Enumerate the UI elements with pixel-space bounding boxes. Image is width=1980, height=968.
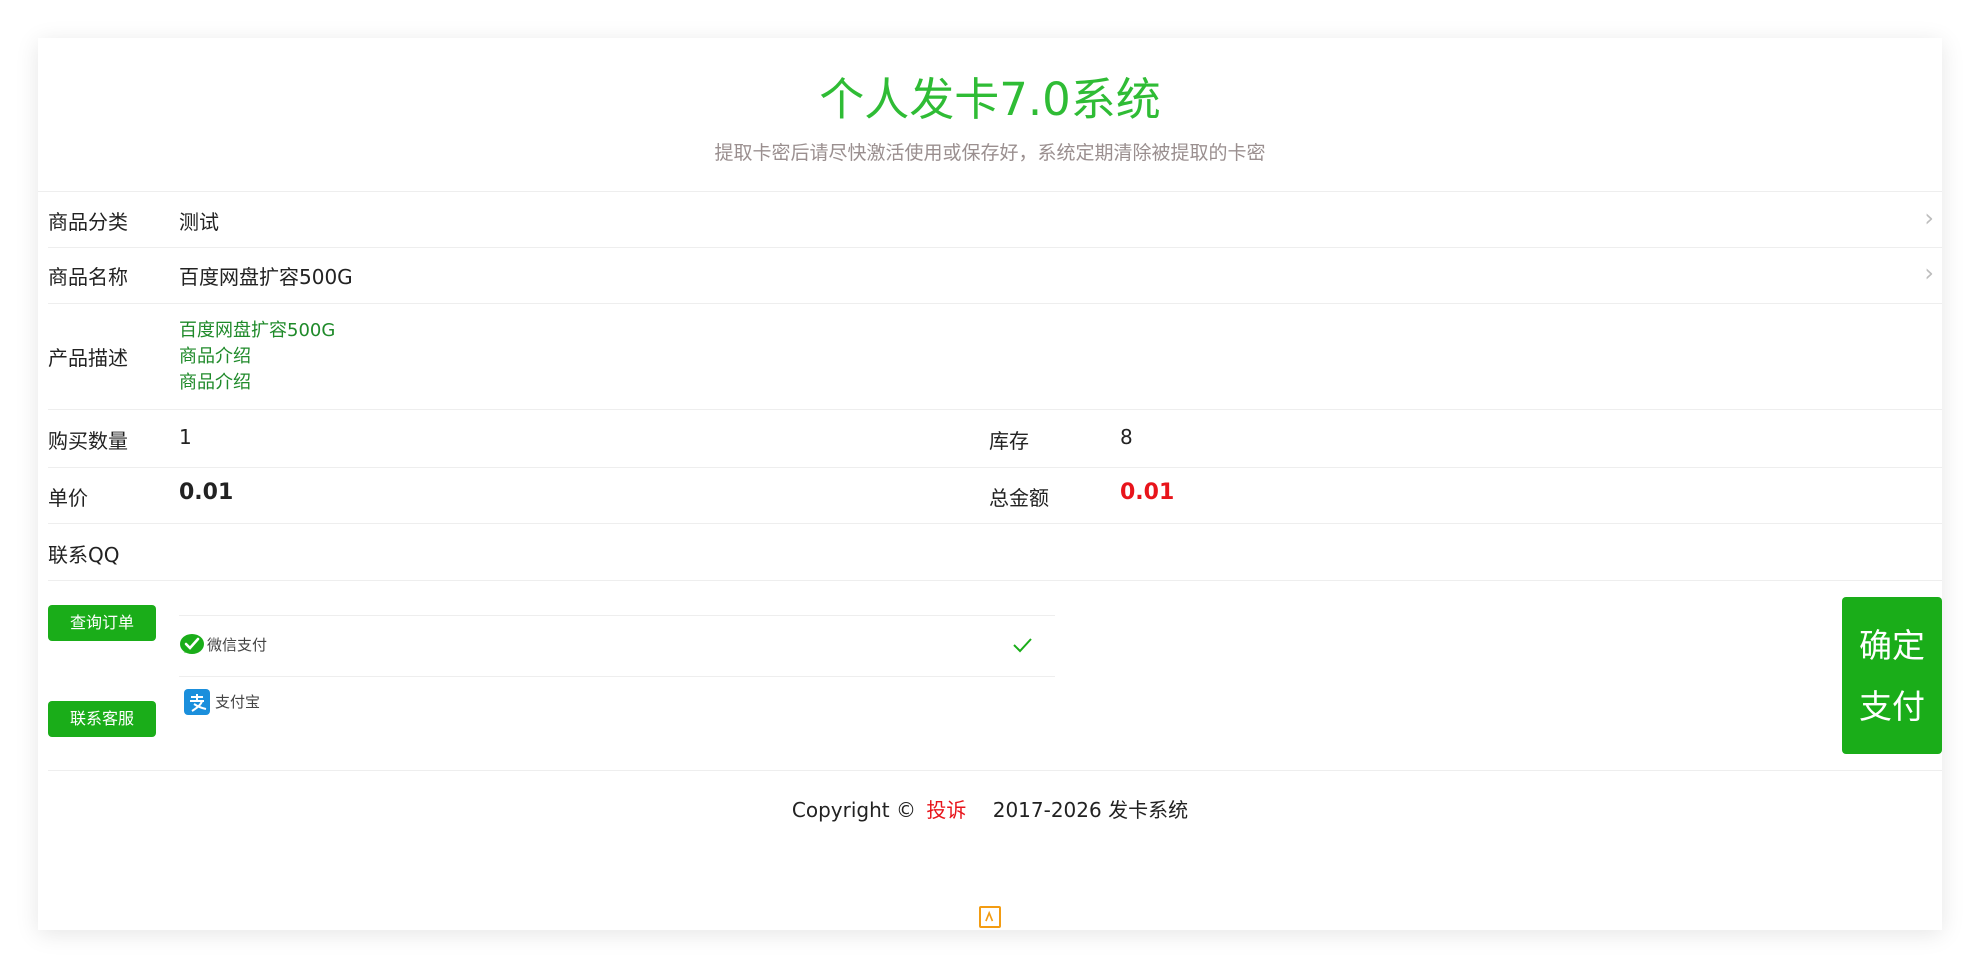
description-label: 产品描述 (48, 346, 128, 370)
payment-row: 查询订单 联系客服 微信支付 支付宝 确定支付 (48, 581, 1942, 771)
category-label: 商品分类 (48, 210, 128, 234)
total-label: 总金额 (989, 486, 1049, 510)
price-label: 单价 (48, 486, 88, 510)
payment-option-wechat[interactable]: 微信支付 (179, 615, 1055, 676)
description-line: 商品介绍 (179, 372, 251, 393)
copyright-text: Copyright © 投诉 2017-2026 发卡系统 (38, 794, 1942, 823)
category-select[interactable]: 测试 (179, 206, 219, 235)
footer-badge-icon[interactable] (979, 906, 1001, 928)
chevron-right-icon: › (1924, 204, 1934, 232)
footer: Copyright © 投诉 2017-2026 发卡系统 (38, 794, 1942, 928)
product-label: 商品名称 (48, 265, 128, 289)
qq-row[interactable]: 联系QQ (48, 524, 1942, 581)
quantity-row: 购买数量 1 库存 8 (48, 410, 1942, 468)
checkmark-icon (1013, 638, 1032, 653)
main-card: 个人发卡7.0系统 提取卡密后请尽快激活使用或保存好，系统定期清除被提取的卡密 … (38, 38, 1942, 930)
complain-link[interactable]: 投诉 (926, 798, 966, 822)
confirm-pay-label: 确定支付 (1859, 625, 1925, 726)
payment-option-label: 支付宝 (215, 693, 261, 711)
product-select[interactable]: 百度网盘扩容500G (179, 261, 353, 290)
chevron-right-icon: › (1924, 259, 1934, 287)
price-value: 0.01 (179, 480, 234, 505)
description-line: 百度网盘扩容500G (179, 320, 336, 341)
wechat-pay-icon (180, 634, 204, 654)
quantity-label: 购买数量 (48, 429, 128, 453)
description-row: 产品描述 百度网盘扩容500G 商品介绍 商品介绍 (48, 304, 1942, 410)
confirm-pay-button[interactable]: 确定支付 (1842, 597, 1942, 754)
page-subtitle: 提取卡密后请尽快激活使用或保存好，系统定期清除被提取的卡密 (714, 142, 1266, 164)
product-row[interactable]: 商品名称 百度网盘扩容500G › (48, 248, 1942, 304)
payment-option-alipay[interactable]: 支付宝 (179, 676, 1055, 737)
payment-method-list: 微信支付 支付宝 (179, 615, 1055, 737)
quantity-input[interactable]: 1 (179, 425, 192, 449)
stock-label: 库存 (989, 429, 1029, 453)
description-line: 商品介绍 (179, 346, 251, 367)
page-header: 个人发卡7.0系统 提取卡密后请尽快激活使用或保存好，系统定期清除被提取的卡密 (38, 38, 1942, 192)
description-text: 百度网盘扩容500G 商品介绍 商品介绍 (179, 318, 335, 396)
contact-service-button[interactable]: 联系客服 (48, 701, 156, 737)
total-value: 0.01 (1120, 480, 1175, 505)
alipay-icon (184, 689, 210, 715)
category-row[interactable]: 商品分类 测试 › (48, 192, 1942, 248)
payment-option-label: 微信支付 (207, 636, 268, 654)
query-order-button[interactable]: 查询订单 (48, 605, 156, 641)
page-title: 个人发卡7.0系统 (819, 73, 1161, 126)
stock-value: 8 (1120, 425, 1133, 449)
qq-label: 联系QQ (48, 543, 120, 567)
price-row: 单价 0.01 总金额 0.01 (48, 468, 1942, 524)
copyright-prefix: Copyright © (791, 798, 916, 822)
copyright-suffix: 2017-2026 发卡系统 (992, 798, 1189, 822)
